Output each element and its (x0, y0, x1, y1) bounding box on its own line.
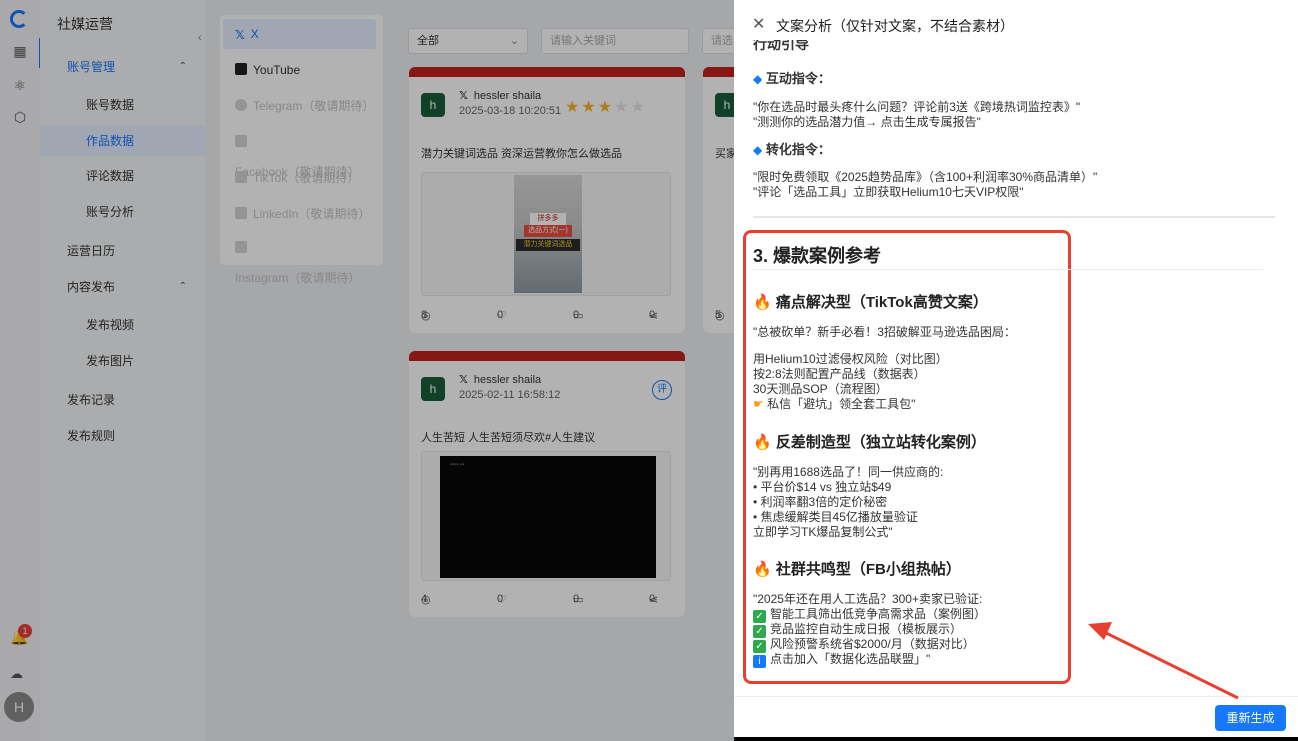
case-section-title: 3. 爆款案例参考 (753, 246, 882, 266)
close-icon[interactable]: ✕ (752, 14, 765, 34)
diamond-icon: ◆ (753, 143, 763, 157)
case-line: i 点击加入「数据化选品联盟」" (753, 650, 930, 668)
interaction-heading: ◆ 互动指令： (753, 68, 831, 87)
heading-text: 转化指令： (765, 142, 831, 157)
pointing-hand-icon: ☛ (753, 397, 764, 411)
case-title: 🔥 痛点解决型（TikTok高赞文案） (753, 291, 988, 312)
regenerate-button[interactable]: 重新生成 (1215, 705, 1286, 731)
modal-backdrop[interactable] (0, 0, 734, 741)
divider (753, 216, 1275, 218)
case-line: 立即学习TK爆品复制公式" (753, 525, 893, 539)
case-title-text: 反差制造型（独立站转化案例） (775, 434, 986, 451)
fire-icon: 🔥 (753, 561, 772, 578)
case-title: 🔥 社群共鸣型（FB小组热帖） (753, 558, 961, 579)
case-title: 🔥 反差制造型（独立站转化案例） (753, 431, 986, 452)
case-line-text: 私信「避坑」领全套工具包" (767, 397, 916, 411)
conversion-line: "评论「选品工具」立即获取Helium10七天VIP权限" (753, 185, 1024, 199)
case-line-text: 点击加入「数据化选品联盟」" (770, 652, 931, 666)
case-line: "总被砍单？新手必看！3招破解亚马逊选品困局： (753, 325, 1016, 339)
drawer-title: 文案分析（仅针对文案，不结合素材） (776, 18, 1014, 34)
case-title-text: 社群共鸣型（FB小组热帖） (775, 561, 961, 578)
case-line-text: 竞品监控自动生成日报（模板展示） (770, 622, 963, 636)
copy-analysis-drawer: ✕ 文案分析（仅针对文案，不结合素材） 行动引导 ◆ 互动指令： "你在选品时最… (734, 0, 1298, 737)
case-line: ☛ 私信「避坑」领全套工具包" (753, 395, 915, 412)
case-title-text: 痛点解决型（TikTok高赞文案） (775, 294, 988, 311)
diamond-icon: ◆ (753, 72, 763, 86)
section-heading: 行动引导 (753, 40, 809, 52)
case-line-text: 智能工具筛出低竞争高需求品（案例图） (770, 607, 987, 621)
drawer-footer: 重新生成 (734, 696, 1298, 737)
interaction-line: "测测你的选品潜力值→ 点击生成专属报告" (753, 115, 981, 129)
divider (753, 269, 1263, 270)
info-icon: i (753, 655, 766, 668)
heading-text: 互动指令： (765, 71, 831, 86)
fire-icon: 🔥 (753, 434, 772, 451)
conversion-heading: ◆ 转化指令： (753, 139, 831, 158)
fire-icon: 🔥 (753, 294, 772, 311)
case-line-text: 风险预警系统省$2000/月（数据对比） (770, 637, 975, 651)
drawer-scroll-area[interactable]: 行动引导 ◆ 互动指令： "你在选品时最头疼什么问题？评论前3送《跨境热词监控表… (734, 40, 1298, 696)
